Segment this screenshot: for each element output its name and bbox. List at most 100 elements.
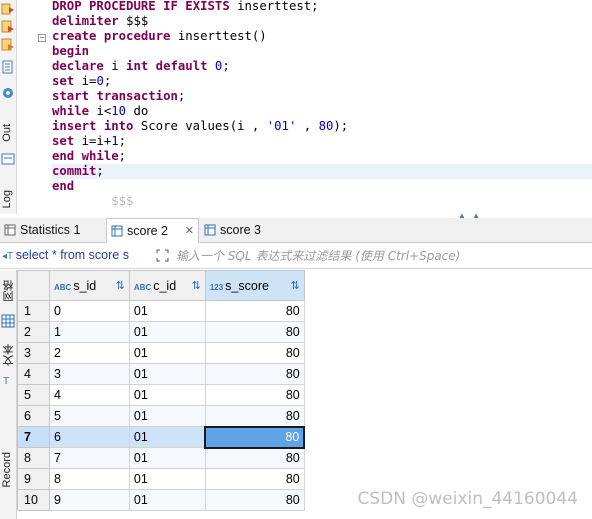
log-tab-label: Log bbox=[1, 190, 13, 209]
cell-c-id[interactable]: 01 bbox=[128, 426, 206, 448]
cell-s-score[interactable]: 80 bbox=[204, 425, 306, 449]
cell-s-id[interactable]: 2 bbox=[48, 342, 130, 364]
tab-label: score 2 bbox=[127, 224, 168, 238]
tab-statistics-1[interactable]: Statistics 1 bbox=[0, 218, 106, 243]
table-row[interactable]: 4 3 01 80 bbox=[17, 363, 592, 385]
cell-c-id[interactable]: 01 bbox=[128, 489, 206, 511]
table-row[interactable]: 8 7 01 80 bbox=[17, 447, 592, 469]
row-number[interactable]: 2 bbox=[17, 321, 50, 343]
cell-s-id[interactable]: 4 bbox=[48, 384, 130, 406]
table-row[interactable]: 7 6 01 80 bbox=[17, 425, 592, 449]
row-number[interactable]: 6 bbox=[17, 405, 50, 427]
column-header-s-score[interactable]: 123 s_score ⇅ bbox=[204, 270, 305, 301]
cell-s-score[interactable]: 80 bbox=[204, 468, 305, 490]
code-area[interactable]: DROP PROCEDURE IF EXISTS inserttest; deli… bbox=[52, 0, 592, 209]
empty-cell bbox=[304, 301, 591, 322]
cell-c-id[interactable]: 01 bbox=[128, 321, 206, 343]
fold-toggle-icon[interactable]: − bbox=[38, 34, 46, 42]
record-view-label: Record bbox=[1, 452, 13, 488]
column-header-c-id[interactable]: ABC c_id ⇅ bbox=[128, 270, 206, 301]
sql-editor[interactable]: Out Log − DROP PROCEDURE IF EXISTS inser… bbox=[0, 0, 592, 220]
execute-statement-icon[interactable] bbox=[1, 2, 15, 16]
cell-c-id[interactable]: 01 bbox=[128, 447, 206, 469]
cell-s-score[interactable]: 80 bbox=[204, 447, 305, 469]
row-number[interactable]: 9 bbox=[17, 468, 50, 490]
empty-cell bbox=[304, 427, 591, 448]
text-view-tab[interactable]: 文本 T bbox=[0, 342, 16, 392]
cell-s-id[interactable]: 3 bbox=[48, 363, 130, 385]
filter-query-label[interactable]: ◂T select * from score s bbox=[2, 248, 129, 262]
table-row[interactable]: 9 8 01 80 bbox=[17, 468, 592, 490]
execute-in-new-tab-icon[interactable] bbox=[1, 38, 15, 52]
explain-plan-icon[interactable] bbox=[1, 60, 15, 74]
result-tabs: Statistics 1 score 2 ✕ score 3 bbox=[0, 218, 592, 243]
cell-s-id[interactable]: 8 bbox=[48, 468, 130, 490]
record-view-tab[interactable]: Record bbox=[0, 450, 16, 510]
cell-c-id[interactable]: 01 bbox=[128, 468, 206, 490]
cell-s-score[interactable]: 80 bbox=[204, 405, 305, 427]
expand-filter-icon[interactable] bbox=[155, 248, 170, 263]
cell-c-id[interactable]: 01 bbox=[128, 384, 206, 406]
row-number[interactable]: 4 bbox=[17, 363, 50, 385]
cell-s-score[interactable]: 80 bbox=[204, 300, 305, 322]
cell-c-id[interactable]: 01 bbox=[128, 363, 206, 385]
cell-c-id[interactable]: 01 bbox=[128, 342, 206, 364]
settings-gear-icon[interactable] bbox=[1, 86, 15, 100]
table-row[interactable]: 6 5 01 80 bbox=[17, 405, 592, 427]
code-line: delimiter $$$ bbox=[52, 14, 149, 28]
sort-filter-icon[interactable]: ⇅ bbox=[192, 279, 201, 292]
output-panel-tab[interactable]: Out bbox=[0, 120, 17, 168]
cell-s-score[interactable]: 80 bbox=[204, 489, 305, 511]
corner-cell[interactable] bbox=[17, 270, 50, 301]
cell-s-id[interactable]: 1 bbox=[48, 321, 130, 343]
empty-cell bbox=[304, 385, 591, 406]
sort-filter-icon[interactable]: ⇅ bbox=[116, 279, 125, 292]
cell-s-id[interactable]: 9 bbox=[48, 489, 130, 511]
cell-c-id[interactable]: 01 bbox=[128, 300, 206, 322]
row-number[interactable]: 8 bbox=[17, 447, 50, 469]
row-number[interactable]: 5 bbox=[17, 384, 50, 406]
column-name: c_id bbox=[153, 278, 177, 293]
cell-s-score[interactable]: 80 bbox=[204, 384, 305, 406]
cell-s-id[interactable]: 7 bbox=[48, 447, 130, 469]
cell-s-score[interactable]: 80 bbox=[204, 342, 305, 364]
cell-s-score[interactable]: 80 bbox=[204, 363, 305, 385]
cell-s-score[interactable]: 80 bbox=[204, 321, 305, 343]
results-table: ABC s_id ⇅ ABC c_id ⇅ 123 s_score ⇅ 1 0 01 80 2 1 01… bbox=[17, 270, 592, 511]
table-row[interactable]: 1 0 01 80 bbox=[17, 300, 592, 322]
close-tab-icon[interactable]: ✕ bbox=[185, 219, 194, 243]
cell-s-id[interactable]: 5 bbox=[48, 405, 130, 427]
code-line: declare i int default 0; bbox=[52, 59, 230, 73]
column-name: s_id bbox=[73, 278, 97, 293]
row-number[interactable]: 10 bbox=[17, 489, 50, 511]
table-row[interactable]: 3 2 01 80 bbox=[17, 342, 592, 364]
code-line: end while; bbox=[52, 149, 127, 163]
result-grid[interactable]: ABC s_id ⇅ ABC c_id ⇅ 123 s_score ⇅ 1 0 01 80 2 1 01… bbox=[17, 270, 592, 519]
cell-s-id[interactable]: 6 bbox=[48, 426, 130, 448]
code-line: start transaction; bbox=[52, 89, 186, 103]
table-row[interactable]: 5 4 01 80 bbox=[17, 384, 592, 406]
log-panel-tab[interactable]: Log bbox=[0, 184, 17, 214]
grid-view-tab[interactable]: 网格 bbox=[0, 278, 16, 328]
editor-left-toolbar: Out Log bbox=[0, 0, 17, 214]
column-header-s-id[interactable]: ABC s_id ⇅ bbox=[48, 270, 130, 301]
row-number[interactable]: 7 bbox=[17, 426, 50, 448]
row-number[interactable]: 3 bbox=[17, 342, 50, 364]
empty-cell bbox=[304, 469, 591, 490]
table-row[interactable]: 2 1 01 80 bbox=[17, 321, 592, 343]
string-type-icon: ABC bbox=[133, 282, 152, 292]
filter-expression-input[interactable] bbox=[176, 246, 586, 266]
cell-c-id[interactable]: 01 bbox=[128, 405, 206, 427]
execute-script-icon[interactable] bbox=[1, 20, 15, 34]
cell-s-id[interactable]: 0 bbox=[48, 300, 130, 322]
code-line: DROP PROCEDURE IF EXISTS inserttest; bbox=[52, 0, 319, 13]
tab-score-3[interactable]: score 3 bbox=[200, 218, 280, 243]
result-view-switcher: 网格 文本 T Record bbox=[0, 270, 17, 519]
tab-label: score 3 bbox=[220, 223, 261, 237]
tab-score-2[interactable]: score 2 ✕ bbox=[106, 218, 199, 243]
sort-filter-icon[interactable]: ⇅ bbox=[291, 279, 300, 292]
code-line: $$$ bbox=[52, 194, 134, 208]
watermark: CSDN @weixin_44160044 bbox=[357, 489, 578, 509]
row-number[interactable]: 1 bbox=[17, 300, 50, 322]
code-line: set i=0; bbox=[52, 74, 112, 88]
